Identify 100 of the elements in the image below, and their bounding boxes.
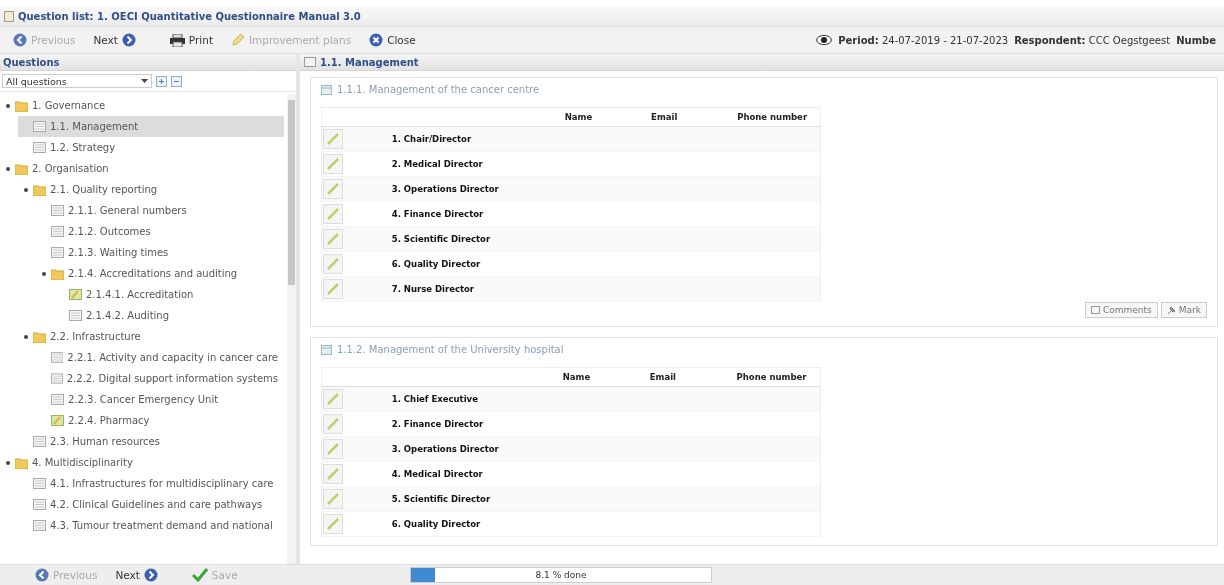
row-label: 3. Operations Director: [343, 176, 559, 202]
tree-item[interactable]: 4.2. Clinical Guidelines and care pathways: [18, 494, 284, 515]
pencil-icon: [326, 492, 340, 506]
row-label: 7. Nurse Director: [343, 276, 559, 302]
row-label: 1. Chair/Director: [343, 126, 559, 152]
edit-button[interactable]: [323, 489, 343, 509]
progress-label: 8.1 % done: [535, 570, 587, 580]
edit-button[interactable]: [323, 254, 343, 274]
tree-item[interactable]: 2.2.4. Pharmacy: [36, 410, 284, 431]
comment-icon: [1091, 306, 1100, 314]
page-icon: [33, 520, 46, 531]
form-icon: [321, 84, 332, 95]
pin-icon: [1166, 305, 1176, 315]
tree-item[interactable]: 2.2.3. Cancer Emergency Unit: [36, 389, 284, 410]
tree-item[interactable]: 1.1. Management: [18, 116, 284, 137]
pencil-icon: [326, 207, 340, 221]
column-header: Name: [556, 367, 644, 387]
tree-item[interactable]: 2.2.1. Activity and capacity in cancer care: [36, 347, 284, 368]
edited-page-icon: [69, 289, 82, 300]
printer-icon: [169, 33, 185, 47]
next-button[interactable]: Next: [88, 31, 141, 49]
close-icon: [369, 33, 384, 47]
page-icon: [51, 394, 64, 405]
collapse-all-icon[interactable]: [171, 75, 182, 87]
edit-button[interactable]: [323, 439, 343, 459]
close-button[interactable]: Close: [364, 31, 421, 49]
folder-icon: [33, 183, 46, 196]
edit-button[interactable]: [323, 129, 343, 149]
expand-all-icon[interactable]: [156, 75, 167, 87]
section-title: 1.1.1. Management of the cancer centre: [337, 84, 540, 95]
tree-item[interactable]: 2.1.4.2. Auditing: [54, 305, 284, 326]
edit-button[interactable]: [323, 279, 343, 299]
page-icon: [50, 373, 63, 384]
page-icon: [50, 352, 64, 363]
column-header: Name: [558, 107, 646, 127]
pencil-icon: [326, 467, 340, 481]
tree-item[interactable]: 2.2. Infrastructure: [18, 326, 284, 347]
caret-icon: [141, 79, 148, 83]
tree-item[interactable]: 2.1.3. Waiting times: [36, 242, 284, 263]
edit-button[interactable]: [323, 179, 343, 199]
info-text: Numbe: [1176, 34, 1216, 46]
window-title: Question list: 1. OECI Quantitative Questionnaire Manual 3.0: [18, 10, 361, 22]
edit-button[interactable]: [323, 204, 343, 224]
pencil-icon: [326, 232, 340, 246]
folder-icon: [51, 267, 64, 280]
next-button[interactable]: Next: [110, 566, 163, 584]
folder-icon: [15, 99, 28, 112]
row-label: 3. Operations Director: [343, 436, 557, 462]
tree-item[interactable]: 2.1.1. General numbers: [36, 200, 284, 221]
comments-button[interactable]: Comments: [1085, 302, 1158, 318]
tree-item[interactable]: 4.1. Infrastructures for multidisciplinary care: [18, 473, 284, 494]
edit-button[interactable]: [323, 389, 343, 409]
tree-item[interactable]: 4. Multidisciplinarity: [0, 452, 284, 473]
pencil-icon: [326, 517, 340, 531]
form-icon: [321, 344, 332, 355]
tree-item[interactable]: 2.1.4.1. Accreditation: [54, 284, 284, 305]
pencil-icon: [326, 442, 340, 456]
pencil-icon: [326, 417, 340, 431]
eye-icon: [816, 35, 833, 45]
edit-button[interactable]: [323, 229, 343, 249]
page-icon: [51, 226, 64, 237]
folder-icon: [15, 162, 28, 175]
row-label: 6. Quality Director: [343, 511, 557, 537]
scrollbar[interactable]: [287, 94, 296, 564]
page-icon: [51, 205, 64, 216]
tree-item[interactable]: 2.2.2. Digital support information systems: [36, 368, 284, 389]
pencil-icon: [326, 282, 340, 296]
row-label: 5. Scientific Director: [343, 226, 559, 252]
folder-icon: [15, 456, 28, 469]
pencil-icon: [326, 392, 340, 406]
tree-item[interactable]: 2.1.2. Outcomes: [36, 221, 284, 242]
row-label: 2. Finance Director: [343, 411, 557, 437]
edit-button[interactable]: [323, 464, 343, 484]
tree-item[interactable]: 2.1.4. Accreditations and auditing: [36, 263, 284, 284]
row-label: 6. Quality Director: [343, 251, 559, 277]
tree-item[interactable]: 2.3. Human resources: [18, 431, 284, 452]
tree-item[interactable]: 1. Governance: [0, 95, 284, 116]
print-button[interactable]: Print: [164, 31, 218, 49]
pencil-icon: [326, 132, 340, 146]
pencil-icon: [326, 257, 340, 271]
info-text: Period: 24-07-2019 - 21-07-2023: [838, 34, 1009, 46]
pencil-icon: [326, 157, 340, 171]
tree-item[interactable]: 1.2. Strategy: [18, 137, 284, 158]
page-icon: [33, 436, 46, 447]
edit-button[interactable]: [323, 514, 343, 534]
edit-button[interactable]: [323, 414, 343, 434]
tree-item[interactable]: 2.1. Quality reporting: [18, 179, 284, 200]
mark-button[interactable]: Mark: [1160, 302, 1207, 318]
page-icon: [33, 142, 46, 153]
row-label: 4. Finance Director: [343, 201, 559, 227]
section-title: 1.1.2. Management of the University hospital: [337, 344, 564, 355]
page-icon: [33, 478, 46, 489]
tree-item[interactable]: 2. Organisation: [0, 158, 284, 179]
folder-icon: [33, 330, 46, 343]
row-label: 2. Medical Director: [343, 151, 559, 177]
tree-item[interactable]: 4.3. Tumour treatment demand and national: [18, 515, 284, 536]
filter-dropdown[interactable]: All questions: [2, 74, 152, 88]
edit-button[interactable]: [323, 154, 343, 174]
panel-title: Questions: [3, 56, 60, 68]
page-icon: [33, 499, 46, 510]
